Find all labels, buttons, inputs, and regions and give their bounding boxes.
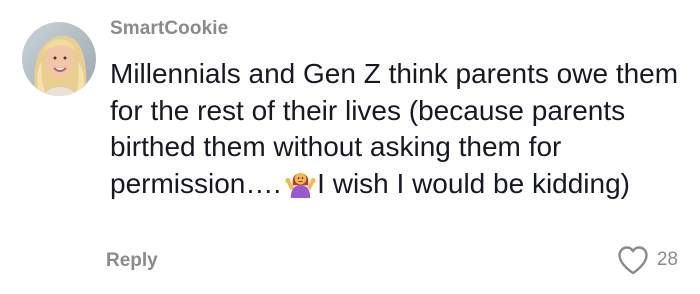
like-count: 28 bbox=[656, 249, 678, 270]
username[interactable]: SmartCookie bbox=[110, 18, 228, 40]
comment-text: Millennials and Gen Z think parents owe … bbox=[110, 56, 680, 202]
comment-text-part-2: I wish I would be kidding) bbox=[317, 167, 630, 199]
comment-card: SmartCookie Millennials and Gen Z think … bbox=[0, 0, 700, 294]
like-area: 28 bbox=[617, 245, 678, 275]
reply-button[interactable]: Reply bbox=[106, 250, 158, 272]
avatar[interactable] bbox=[22, 22, 96, 96]
person-shrugging-emoji bbox=[285, 167, 316, 198]
avatar-image bbox=[22, 22, 96, 96]
heart-outline-icon[interactable] bbox=[617, 245, 649, 275]
